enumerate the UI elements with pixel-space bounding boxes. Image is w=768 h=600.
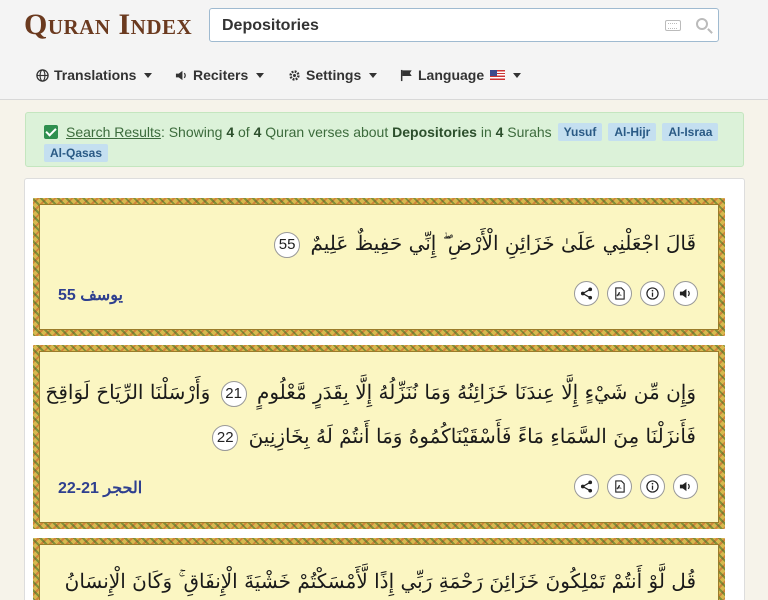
verse-line: فَأَنزَلْنَا مِنَ السَّمَاءِ مَاءً فَأَس… xyxy=(248,424,696,448)
verse-line: قُل لَّوْ أَنتُمْ تَمْلِكُونَ خَزَائِنَ … xyxy=(64,569,696,593)
verse-body: وَإِن مِّن شَيْءٍ إِلَّا عِندَنَا خَزَائ… xyxy=(39,351,719,523)
nav-reciters[interactable]: Reciters xyxy=(175,64,265,86)
verse-text: قُل لَّوْ أَنتُمْ تَمْلِكُونَ خَزَائِنَ … xyxy=(65,569,696,593)
alert-text: : Showing xyxy=(160,124,227,140)
search-icon[interactable] xyxy=(696,18,708,30)
alert-text: of xyxy=(234,124,254,140)
verse-actions xyxy=(574,281,698,306)
alert-summary-wrap: Al-Qasas xyxy=(44,144,109,162)
site-logo[interactable]: Quran Index xyxy=(24,8,192,42)
info-icon xyxy=(646,480,659,493)
keyboard-icon[interactable] xyxy=(665,20,681,31)
search-results-alert: Search Results : Showing 4 of 4 Quran ve… xyxy=(25,112,744,167)
verse-line: وَأَرْسَلْنَا الرِّيَاحَ لَوَاقِحَ xyxy=(45,380,211,404)
share-icon xyxy=(580,480,593,493)
verse-reference[interactable]: يوسف 55 xyxy=(58,285,123,305)
pdf-icon xyxy=(615,287,625,300)
pdf-button[interactable] xyxy=(607,474,632,499)
nav-settings[interactable]: Settings xyxy=(288,64,378,86)
verse-card: قَالَ اجْعَلْنِي عَلَىٰ خَزَائِنِ الْأَر… xyxy=(33,198,725,336)
speaker-icon xyxy=(679,288,690,299)
pdf-icon xyxy=(615,480,625,493)
alert-text: Quran verses about xyxy=(261,124,393,140)
alert-text: in xyxy=(476,124,496,140)
nav-label: Language xyxy=(418,67,485,83)
share-button[interactable] xyxy=(574,474,599,499)
ayah-number: 22 xyxy=(212,424,239,451)
chevron-down-icon xyxy=(513,72,522,78)
ayah-number: 55 xyxy=(274,231,301,258)
surah-count: 4 xyxy=(495,124,504,140)
verse-line: قَالَ اجْعَلْنِي عَلَىٰ خَزَائِنِ الْأَر… xyxy=(310,231,696,255)
total-count: 4 xyxy=(253,124,262,140)
surah-tag[interactable]: Yusuf xyxy=(557,123,603,141)
verse-line: وَإِن مِّن شَيْءٍ إِلَّا عِندَنَا خَزَائ… xyxy=(256,380,696,404)
alert-summary: Search Results : Showing 4 of 4 Quran ve… xyxy=(44,123,719,141)
flag-icon xyxy=(400,69,412,81)
search-input[interactable] xyxy=(222,16,652,36)
nav-label: Reciters xyxy=(193,67,249,83)
chevron-down-icon xyxy=(369,72,378,78)
chevron-down-icon xyxy=(144,72,153,78)
nav-label: Translations xyxy=(54,67,137,83)
checkbox-icon xyxy=(44,125,58,139)
nav-translations[interactable]: Translations xyxy=(36,64,153,86)
verse-text: قَالَ اجْعَلْنِي عَلَىٰ خَزَائِنِ الْأَر… xyxy=(270,231,696,258)
search-results-link[interactable]: Search Results xyxy=(66,124,161,140)
nav-language[interactable]: Language xyxy=(400,64,522,86)
ayah-number: 21 xyxy=(220,380,247,407)
search-box[interactable] xyxy=(209,8,719,42)
info-icon xyxy=(646,287,659,300)
surah-tag[interactable]: Al-Hijr xyxy=(608,123,657,141)
gear-icon xyxy=(289,69,300,81)
verse-text: وَإِن مِّن شَيْءٍ إِلَّا عِندَنَا خَزَائ… xyxy=(45,380,696,407)
alert-text: Surahs xyxy=(503,124,552,140)
speaker-icon xyxy=(175,70,186,80)
verse-body: قَالَ اجْعَلْنِي عَلَىٰ خَزَائِنِ الْأَر… xyxy=(39,204,719,330)
verse-body: قُل لَّوْ أَنتُمْ تَمْلِكُونَ خَزَائِنَ … xyxy=(39,544,719,600)
shown-count: 4 xyxy=(226,124,235,140)
verse-card: وَإِن مِّن شَيْءٍ إِلَّا عِندَنَا خَزَائ… xyxy=(33,345,725,529)
nav-label: Settings xyxy=(306,67,362,83)
search-topic: Depositories xyxy=(392,124,477,140)
play-audio-button[interactable] xyxy=(673,474,698,499)
info-button[interactable] xyxy=(640,474,665,499)
play-audio-button[interactable] xyxy=(673,281,698,306)
chevron-down-icon xyxy=(256,72,265,78)
speaker-icon xyxy=(679,481,690,492)
pdf-button[interactable] xyxy=(607,281,632,306)
surah-tag[interactable]: Al-Israa xyxy=(662,123,719,141)
verse-text: فَأَنزَلْنَا مِنَ السَّمَاءِ مَاءً فَأَس… xyxy=(208,424,696,451)
top-header: Quran Index Translations Reciters Settin… xyxy=(0,0,768,100)
share-button[interactable] xyxy=(574,281,599,306)
verse-reference[interactable]: الحجر 21-22 xyxy=(58,478,142,498)
us-flag-icon xyxy=(490,70,506,80)
verse-actions xyxy=(574,474,698,499)
verse-card: قُل لَّوْ أَنتُمْ تَمْلِكُونَ خَزَائِنَ … xyxy=(33,538,725,600)
surah-tag[interactable]: Al-Qasas xyxy=(44,144,109,162)
globe-icon xyxy=(36,68,49,82)
info-button[interactable] xyxy=(640,281,665,306)
share-icon xyxy=(580,287,593,300)
